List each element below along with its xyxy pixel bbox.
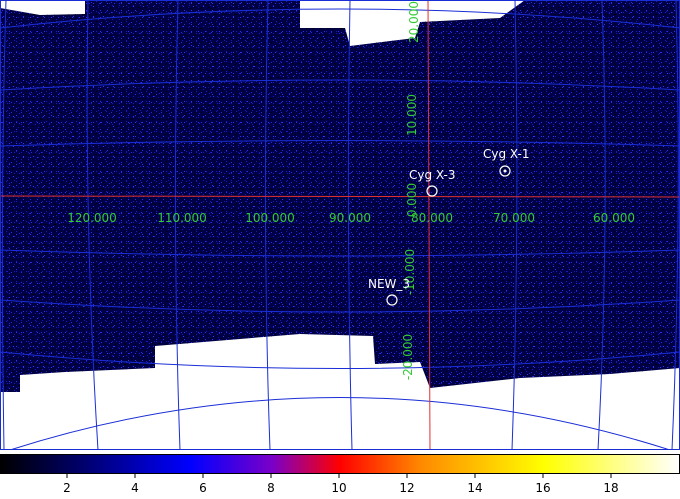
colorbar-tick-label: 10 [331, 481, 346, 495]
sky-map-viewer[interactable]: 120.000 110.000 100.000 90.000 8 0.000 70… [0, 0, 680, 499]
longitude-label: 60.000 [593, 211, 635, 225]
sky-image[interactable]: 120.000 110.000 100.000 90.000 80.000 70… [0, 0, 680, 450]
longitude-label: 100.000 [245, 211, 295, 225]
source-marker-dot [503, 169, 507, 173]
colorbar-tick-label: 4 [131, 481, 139, 495]
longitude-label: 110.000 [157, 211, 207, 225]
colorbar-tick-label: 14 [467, 481, 482, 495]
longitude-label: 120.000 [67, 211, 117, 225]
colorbar-gradient[interactable] [0, 454, 680, 474]
colorbar-tick-labels: 2 4 6 8 10 12 14 16 18 [63, 481, 618, 495]
source-label: Cyg X-1 [483, 147, 530, 161]
colorbar-tick-label: 16 [535, 481, 550, 495]
latitude-label: -20.000 [401, 334, 415, 380]
longitude-label: 70.000 [493, 211, 535, 225]
colorbar[interactable]: 2 4 6 8 10 12 14 16 18 [0, 452, 680, 499]
latitude-label: 20.000 [407, 1, 421, 43]
colorbar-tick-label: 6 [199, 481, 207, 495]
latitude-label: 0.000 [405, 183, 419, 217]
source-label: NEW_3 [368, 277, 410, 291]
colorbar-ticks [66, 474, 612, 478]
latitude-label: 10.000 [405, 94, 419, 136]
colorbar-tick-label: 2 [63, 481, 71, 495]
colorbar-tick-label: 8 [267, 481, 275, 495]
longitude-label: 90.000 [329, 211, 371, 225]
colorbar-tick-label: 18 [603, 481, 618, 495]
source-label: Cyg X-3 [409, 168, 456, 182]
colorbar-tick-label: 12 [399, 481, 414, 495]
